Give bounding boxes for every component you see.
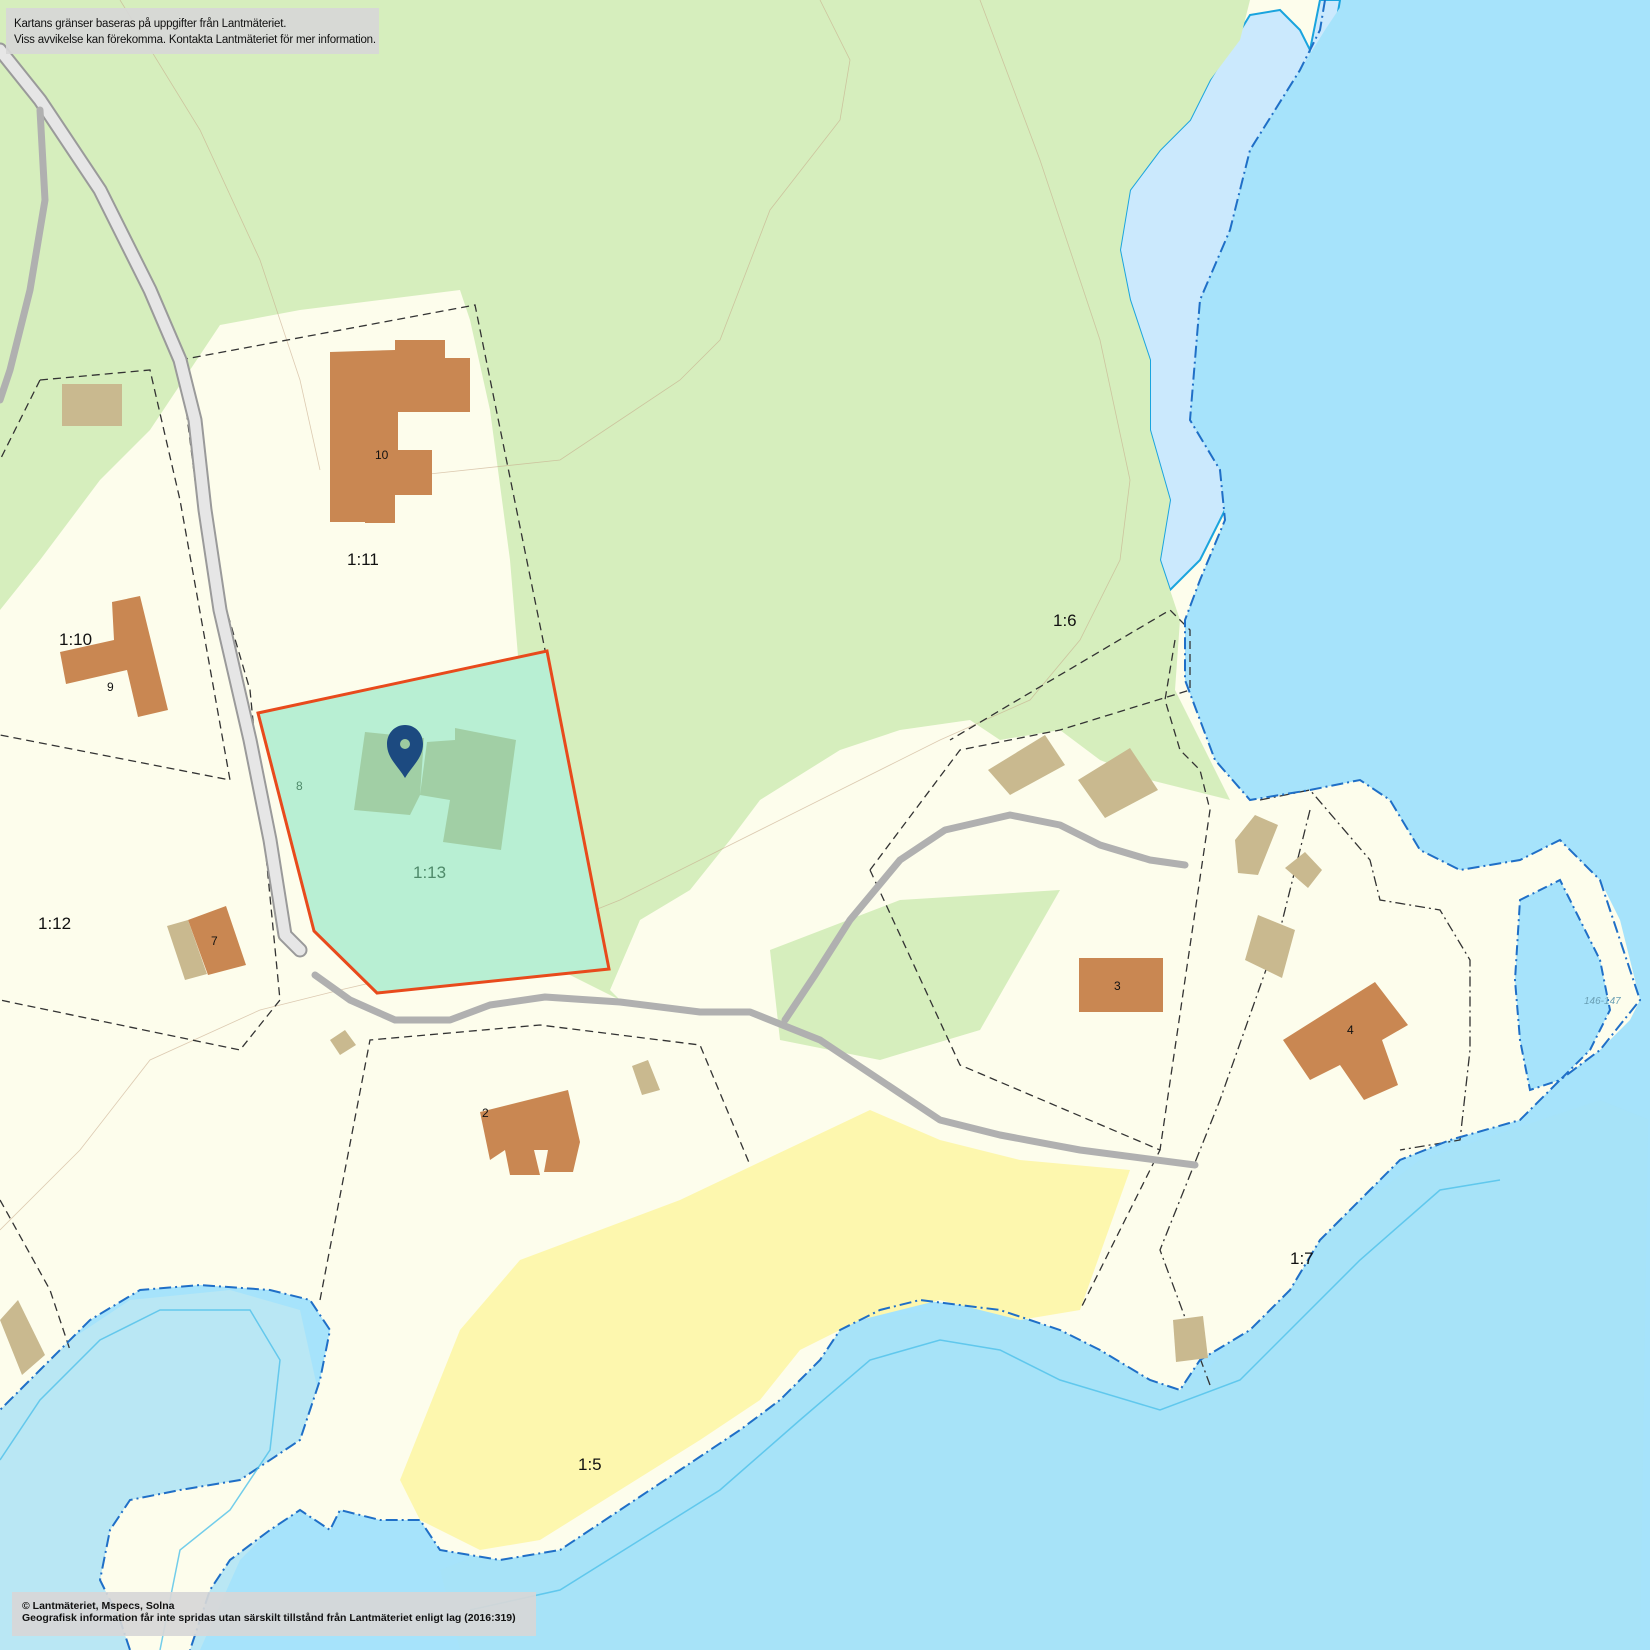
- outbuilding-nw: [62, 384, 122, 426]
- disclaimer-line-2: Viss avvikelse kan förekomma. Kontakta L…: [14, 34, 376, 46]
- copyright-line-1: © Lantmäteriet, Mspecs, Solna: [22, 1600, 175, 1612]
- map-canvas[interactable]: 1:11 1:10 1:12 1:13 1:6 1:7 1:5 10 9 7 8…: [0, 0, 1650, 1650]
- parcel-label-1-13: 1:13: [413, 863, 446, 882]
- parcel-label-1-7: 1:7: [1290, 1249, 1314, 1268]
- building-label-8: 8: [296, 779, 303, 793]
- building-label-4: 4: [1347, 1023, 1354, 1037]
- map-view[interactable]: 1:11 1:10 1:12 1:13 1:6 1:7 1:5 10 9 7 8…: [0, 0, 1650, 1650]
- map-disclaimer: Kartans gränser baseras på uppgifter frå…: [6, 8, 379, 54]
- parcel-label-1-6: 1:6: [1053, 611, 1077, 630]
- building-label-10: 10: [375, 448, 389, 462]
- copyright-line-2: Geografisk information får inte spridas …: [22, 1612, 516, 1624]
- building-3: [1079, 958, 1163, 1012]
- parcel-label-1-11: 1:11: [347, 550, 379, 569]
- elevation-label: 146-147: [1584, 996, 1621, 1007]
- disclaimer-line-1: Kartans gränser baseras på uppgifter frå…: [14, 18, 287, 30]
- building-label-7: 7: [211, 934, 218, 948]
- parcel-label-1-10: 1:10: [59, 630, 92, 649]
- parcel-label-1-5: 1:5: [578, 1455, 602, 1474]
- building-label-3: 3: [1114, 979, 1121, 993]
- building-label-2: 2: [482, 1106, 489, 1120]
- map-copyright: © Lantmäteriet, Mspecs, Solna Geografisk…: [12, 1592, 536, 1636]
- parcel-label-1-12: 1:12: [38, 914, 71, 933]
- building-label-9: 9: [107, 680, 114, 694]
